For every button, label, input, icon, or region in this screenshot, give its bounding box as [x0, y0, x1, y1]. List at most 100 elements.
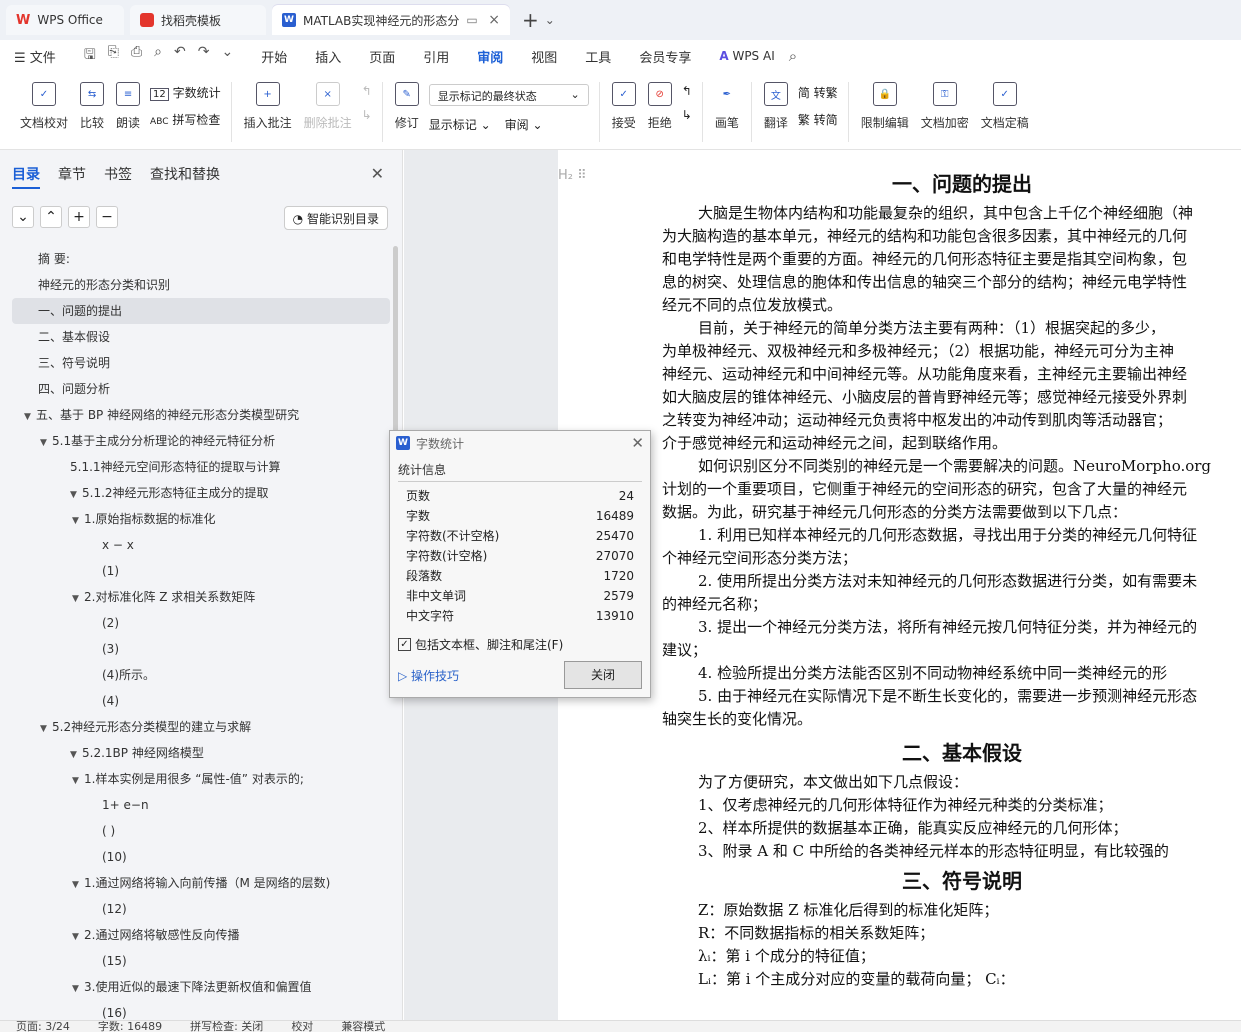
expand-arrow-icon[interactable]: ▼ — [70, 482, 82, 506]
page-indicator[interactable]: 页面: 3/24 — [16, 1021, 70, 1032]
undo-icon[interactable]: ↶ — [174, 44, 186, 68]
print-icon[interactable]: ⎙ — [131, 44, 142, 68]
expand-arrow-icon[interactable]: ▼ — [72, 976, 84, 1000]
word-count-button[interactable]: 12 字数统计 — [150, 84, 221, 101]
toc-item[interactable]: (3) — [12, 636, 390, 662]
tab-docer-template[interactable]: 找稻壳模板 — [130, 5, 266, 35]
save-icon[interactable]: 🖫 — [84, 44, 96, 68]
expand-arrow-icon[interactable]: ▼ — [72, 508, 84, 532]
prev-change-icon[interactable]: ↰ — [682, 84, 692, 98]
include-textbox-checkbox[interactable]: ✓ 包括文本框、脚注和尾注(F) — [398, 636, 642, 653]
dialog-close-icon[interactable]: ✕ — [631, 434, 644, 452]
compare-button[interactable]: ⇆ 比较 — [74, 78, 110, 135]
expand-arrow-icon[interactable]: ▼ — [70, 742, 82, 766]
scrollbar[interactable] — [393, 246, 398, 446]
print-preview-icon[interactable]: ⌕ — [154, 44, 162, 68]
toc-item[interactable]: (12) — [12, 896, 390, 922]
toc-item[interactable]: ▼ 2.通过网络将敏感性反向传播 — [12, 922, 390, 948]
tab-chapters[interactable]: 章节 — [58, 164, 86, 189]
toc-item[interactable]: 三、符号说明 — [12, 350, 390, 376]
toc-item[interactable]: (10) — [12, 844, 390, 870]
read-aloud-button[interactable]: ≡ 朗读 — [110, 78, 146, 135]
toc-item[interactable]: (15) — [12, 948, 390, 974]
menu-tools[interactable]: 工具 — [571, 47, 625, 66]
collapse-up-icon[interactable]: ⌃ — [40, 206, 62, 228]
menu-start[interactable]: 开始 — [247, 47, 301, 66]
tab-toc[interactable]: 目录 — [12, 164, 40, 189]
close-pane-icon[interactable]: ✕ — [371, 164, 384, 183]
menu-page[interactable]: 页面 — [355, 47, 409, 66]
to-simplified-button[interactable]: 繁 转简 — [798, 111, 838, 128]
next-change-icon[interactable]: ↳ — [682, 108, 692, 122]
toc-item[interactable]: ▼ 1.样本实例是用很多 “属性-值” 对表示的; — [12, 766, 390, 792]
tab-current-document[interactable]: W MATLAB实现神经元的形态分 ▭ × — [272, 5, 510, 35]
toc-item[interactable]: ▼ 5.1基于主成分分析理论的神经元特征分析 — [12, 428, 390, 454]
reject-button[interactable]: ⊘ 拒绝 — [642, 78, 678, 135]
proof-indicator[interactable]: 校对 — [291, 1021, 313, 1032]
tips-link[interactable]: ▷ 操作技巧 — [398, 667, 459, 684]
document-page[interactable]: H₂ ⠿ 一、问题的提出 大脑是生物体内结构和功能最复杂的组织，其中包含上千亿个… — [558, 150, 1241, 1020]
menu-member[interactable]: 会员专享 — [625, 47, 705, 66]
toc-item[interactable]: (4) — [12, 688, 390, 714]
expand-arrow-icon[interactable]: ▼ — [72, 768, 84, 792]
new-tab-icon[interactable]: + — [522, 8, 539, 32]
expand-arrow-icon[interactable]: ▼ — [72, 872, 84, 896]
next-comment-icon[interactable]: ↳ — [362, 108, 372, 122]
tab-bookmarks[interactable]: 书签 — [104, 164, 132, 189]
toc-item[interactable]: 摘 要: — [12, 246, 390, 272]
translate-button[interactable]: 文翻译 — [758, 78, 794, 135]
expand-arrow-icon[interactable]: ▼ — [40, 430, 52, 454]
menu-insert[interactable]: 插入 — [301, 47, 355, 66]
prev-comment-icon[interactable]: ↰ — [362, 84, 372, 98]
delete-comment-button[interactable]: × 删除批注 — [298, 78, 358, 135]
expand-arrow-icon[interactable]: ▼ — [72, 586, 84, 610]
toc-item[interactable]: ▼ 1.原始指标数据的标准化 — [12, 506, 390, 532]
toc-item[interactable]: 神经元的形态分类和识别 — [12, 272, 390, 298]
toc-item[interactable]: (2) — [12, 610, 390, 636]
expand-arrow-icon[interactable]: ▼ — [24, 404, 36, 428]
word-count-indicator[interactable]: 字数: 16489 — [98, 1021, 162, 1032]
toc-item[interactable]: 一、问题的提出 — [12, 298, 390, 324]
dialog-titlebar[interactable]: W 字数统计 ✕ — [390, 431, 650, 455]
expand-down-icon[interactable]: ⌄ — [12, 206, 34, 228]
toc-item[interactable]: ▼ 五、基于 BP 神经网络的神经元形态分类模型研究 — [12, 402, 390, 428]
toc-item[interactable]: ▼ 3.使用近似的最速下降法更新权值和偏置值 — [12, 974, 390, 1000]
toc-item[interactable]: 5.1.1神经元空间形态特征的提取与计算 — [12, 454, 390, 480]
pen-button[interactable]: ✒ 画笔 — [709, 78, 745, 135]
close-button[interactable]: 关闭 — [564, 661, 642, 689]
expand-arrow-icon[interactable]: ▼ — [72, 924, 84, 948]
show-markup-button[interactable]: 显示标记 ⌄ — [429, 116, 491, 133]
markup-state-select[interactable]: 显示标记的最终状态 ⌄ — [428, 84, 589, 106]
toc-item[interactable]: ▼ 5.1.2神经元形态特征主成分的提取 — [12, 480, 390, 506]
spell-check-button[interactable]: ABC 拼写检查 — [150, 111, 221, 128]
to-traditional-button[interactable]: 简 转繁 — [798, 84, 838, 101]
smart-toc-button[interactable]: ◔ 智能识别目录 — [283, 206, 388, 230]
tab-find-replace[interactable]: 查找和替换 — [150, 164, 220, 189]
search-icon[interactable]: ⌕ — [789, 47, 797, 65]
toc-item[interactable]: 二、基本假设 — [12, 324, 390, 350]
wps-ai-button[interactable]: A WPS AI — [705, 49, 788, 63]
toc-item[interactable]: 1+ e−n — [12, 792, 390, 818]
doc-check-button[interactable]: ✓ 文档校对 — [14, 78, 74, 135]
toc-item[interactable]: ▼ 5.2神经元形态分类模型的建立与求解 — [12, 714, 390, 740]
remove-icon[interactable]: − — [96, 206, 118, 228]
toc-item[interactable]: ▼ 2.对标准化阵 Z 求相关系数矩阵 — [12, 584, 390, 610]
insert-comment-button[interactable]: + 插入批注 — [238, 78, 298, 135]
menu-view[interactable]: 视图 — [517, 47, 571, 66]
restrict-edit-button[interactable]: 🔒 限制编辑 — [855, 78, 915, 135]
more-chevron-icon[interactable]: ⌄ — [221, 44, 233, 68]
file-menu[interactable]: ☰ 文件 — [0, 47, 70, 66]
toc-item[interactable]: (1) — [12, 558, 390, 584]
review-pane-button[interactable]: 审阅 ⌄ — [505, 116, 543, 133]
toc-item[interactable]: ▼ 1.通过网络将输入向前传播（M 是网络的层数) — [12, 870, 390, 896]
menu-review[interactable]: 审阅 — [463, 47, 517, 74]
finalize-button[interactable]: ✓ 文档定稿 — [975, 78, 1035, 135]
export-icon[interactable]: ⎘ — [108, 44, 119, 68]
heading-marker[interactable]: H₂ ⠿ — [558, 168, 587, 183]
accept-button[interactable]: ✓ 接受 — [606, 78, 642, 135]
revise-button[interactable]: ✎ 修订 — [389, 78, 425, 135]
toc-item[interactable]: (4)所示。 — [12, 662, 390, 688]
toc-item[interactable]: ( ) — [12, 818, 390, 844]
encrypt-button[interactable]: ⚿ 文档加密 — [915, 78, 975, 135]
toc-item[interactable]: ▼ 5.2.1BP 神经网络模型 — [12, 740, 390, 766]
